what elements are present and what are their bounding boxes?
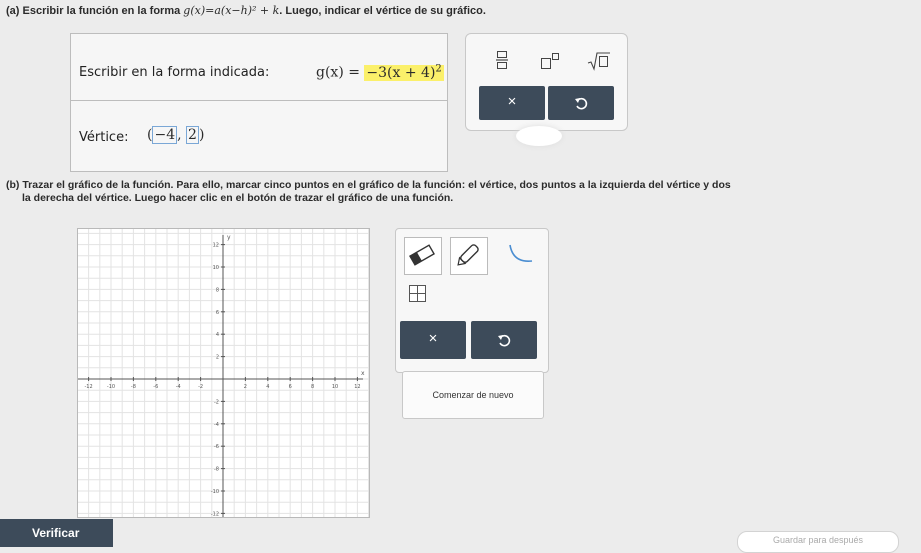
y-tick-label: 6	[216, 310, 219, 316]
eraser-button[interactable]	[404, 237, 442, 275]
y-axis-label: y	[227, 234, 231, 241]
answer-box: Escribir en la forma indicada: g(x) = −3…	[70, 33, 448, 172]
pencil-button[interactable]	[450, 237, 488, 275]
fraction-icon	[496, 51, 508, 69]
table-button[interactable]	[406, 283, 430, 305]
form-label: Escribir en la forma indicada:	[79, 65, 270, 80]
curve-button[interactable]	[504, 239, 538, 271]
save-later-button[interactable]: Guardar para después	[737, 531, 899, 553]
x-tick-label: -10	[107, 384, 115, 390]
x-tick-label: 6	[289, 384, 292, 390]
part-a-instructions: (a) Escribir la función en la forma g(x)…	[6, 4, 486, 17]
function-answer-highlight[interactable]: −3(x + 4)2	[364, 63, 444, 81]
x-tick-label: 8	[311, 384, 314, 390]
vertex-input[interactable]: (−4, 2)	[147, 126, 204, 144]
y-tick-label: 10	[213, 265, 219, 271]
y-tick-label: -4	[214, 422, 219, 428]
y-tick-label: -2	[214, 399, 219, 405]
undo-icon	[575, 97, 588, 110]
y-tick-label: 12	[213, 243, 219, 249]
graph-undo-button[interactable]	[471, 321, 537, 359]
reset-button[interactable]: Comenzar de nuevo	[402, 371, 544, 419]
y-tick-label: -12	[211, 511, 219, 517]
coordinate-plane[interactable]: x y -12 -10 -8 -6 -4 -2 2 4 6 8 10 12 12 10 8 6 4 2 -2 -4 -6 -8…	[78, 229, 370, 517]
form-row: Escribir en la forma indicada: g(x) = −3…	[71, 34, 447, 101]
exponent-button[interactable]	[537, 52, 563, 72]
parabola-curve-icon	[509, 244, 533, 262]
math-toolbar: ×	[465, 33, 628, 131]
undo-icon	[498, 334, 511, 347]
y-tick-label: -6	[214, 444, 219, 450]
graph-area[interactable]: x y -12 -10 -8 -6 -4 -2 2 4 6 8 10 12 12 10 8 6 4 2 -2 -4 -6 -8…	[77, 228, 370, 518]
y-tick-label: 4	[216, 332, 219, 338]
x-tick-label: -12	[85, 384, 93, 390]
x-tick-label: -2	[198, 384, 203, 390]
verify-button[interactable]: Verificar	[0, 519, 113, 547]
square-root-icon	[587, 52, 610, 71]
table-icon	[409, 285, 426, 302]
x-tick-label: 12	[354, 384, 360, 390]
graph-toolbar: ×	[395, 228, 549, 373]
y-tick-label: 2	[216, 355, 219, 361]
vertex-x-field[interactable]: −4	[152, 126, 178, 144]
graph-clear-button[interactable]: ×	[400, 321, 466, 359]
x-tick-label: -4	[176, 384, 181, 390]
pencil-icon	[457, 244, 479, 266]
vertex-label: Vértice:	[79, 130, 129, 145]
y-tick-label: -10	[211, 489, 219, 495]
part-b-instructions: (b) Trazar el gráfico de la función. Par…	[6, 179, 731, 204]
clear-button[interactable]: ×	[479, 86, 545, 120]
x-tick-label: 10	[332, 384, 338, 390]
vertex-y-field[interactable]: 2	[186, 126, 199, 144]
sqrt-button[interactable]	[586, 51, 612, 73]
eraser-icon	[409, 244, 435, 266]
x-tick-label: 2	[244, 384, 247, 390]
x-tick-label: 4	[266, 384, 269, 390]
exponent-icon	[541, 53, 559, 69]
fraction-button[interactable]	[492, 50, 512, 72]
toolbar-glow	[516, 126, 562, 146]
y-tick-label: -8	[214, 467, 219, 473]
y-tick-label: 8	[216, 287, 219, 293]
x-tick-label: -6	[153, 384, 158, 390]
x-axis-label: x	[361, 370, 365, 377]
target-form-formula: g(x)=a(x−h)² + k	[183, 4, 280, 17]
function-input[interactable]: g(x) = −3(x + 4)2	[316, 63, 444, 81]
undo-button[interactable]	[548, 86, 614, 120]
x-tick-label: -8	[131, 384, 136, 390]
